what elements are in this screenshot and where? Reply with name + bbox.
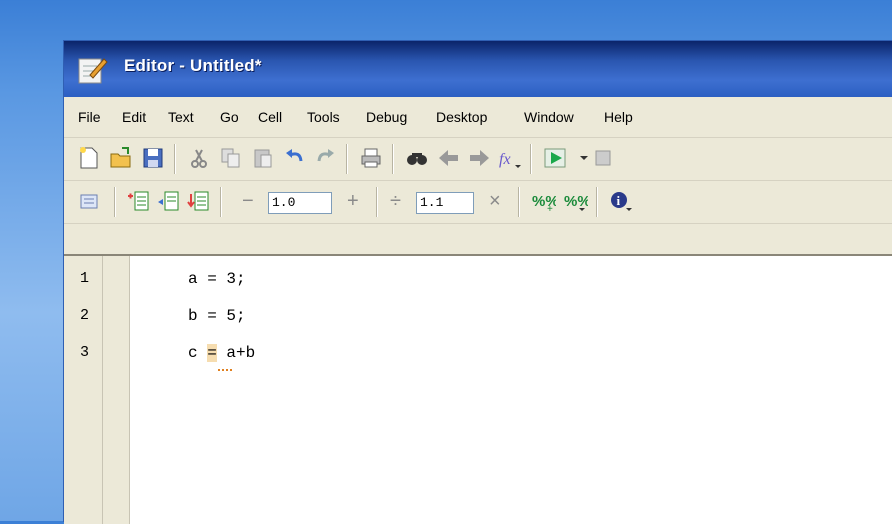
divide-button[interactable]: ÷ bbox=[390, 190, 401, 213]
cell-divider-menu-icon[interactable]: %% bbox=[562, 188, 588, 214]
line-number-gutter: 1 2 3 bbox=[64, 256, 103, 524]
svg-text:%%: %% bbox=[564, 193, 588, 210]
undo-icon[interactable] bbox=[282, 145, 308, 171]
multiply-button[interactable]: × bbox=[489, 190, 501, 213]
eval-advance-icon[interactable] bbox=[156, 188, 182, 214]
increment-button[interactable]: + bbox=[347, 190, 359, 213]
save-icon[interactable] bbox=[140, 145, 166, 171]
redo-icon[interactable] bbox=[312, 145, 338, 171]
menu-window[interactable]: Window bbox=[524, 109, 574, 125]
warning-highlight[interactable]: = bbox=[207, 344, 217, 362]
menu-bar: File Edit Text Go Cell Tools Debug Deskt… bbox=[64, 97, 892, 138]
forward-arrow-icon[interactable] bbox=[466, 145, 492, 171]
code-editor[interactable]: 1 2 3 a = 3; b = 5; c = a+b bbox=[64, 254, 892, 524]
code-text: a+b bbox=[216, 344, 256, 362]
divide-value-input[interactable]: 1.1 bbox=[416, 192, 474, 214]
svg-text:+: + bbox=[547, 204, 553, 214]
menu-go[interactable]: Go bbox=[220, 109, 239, 125]
info-icon[interactable]: i bbox=[608, 188, 634, 214]
menu-file[interactable]: File bbox=[78, 109, 101, 125]
eval-cell-icon[interactable] bbox=[126, 188, 152, 214]
line-number: 1 bbox=[80, 270, 90, 287]
copy-icon[interactable] bbox=[218, 145, 244, 171]
function-icon[interactable]: fx bbox=[496, 145, 522, 171]
menu-text[interactable]: Text bbox=[168, 109, 194, 125]
menu-tools[interactable]: Tools bbox=[307, 109, 340, 125]
editor-window: Editor - Untitled* File Edit Text Go Cel… bbox=[63, 40, 892, 524]
menu-debug[interactable]: Debug bbox=[366, 109, 407, 125]
insert-cell-divider-icon[interactable]: %% + bbox=[530, 188, 556, 214]
breakpoint-gutter[interactable] bbox=[103, 256, 130, 524]
menu-edit[interactable]: Edit bbox=[122, 109, 146, 125]
code-line[interactable]: c = a+b bbox=[188, 344, 255, 362]
eval-entire-file-icon[interactable] bbox=[186, 188, 212, 214]
cell-toolbar: − 1.0 + ÷ 1.1 × %% + %% i bbox=[64, 181, 892, 224]
print-icon[interactable] bbox=[358, 145, 384, 171]
open-folder-icon[interactable] bbox=[108, 145, 134, 171]
title-bar[interactable]: Editor - Untitled* bbox=[64, 41, 892, 97]
menu-cell[interactable]: Cell bbox=[258, 109, 282, 125]
line-number: 3 bbox=[80, 344, 90, 361]
decrement-button[interactable]: − bbox=[242, 190, 254, 213]
main-toolbar: fx bbox=[64, 138, 892, 181]
menu-help[interactable]: Help bbox=[604, 109, 633, 125]
menu-desktop[interactable]: Desktop bbox=[436, 109, 487, 125]
line-number: 2 bbox=[80, 307, 90, 324]
run-icon[interactable] bbox=[542, 145, 568, 171]
paste-icon[interactable] bbox=[250, 145, 276, 171]
code-line[interactable]: b = 5; bbox=[188, 307, 246, 325]
back-arrow-icon[interactable] bbox=[436, 145, 462, 171]
code-text: c bbox=[188, 344, 208, 362]
window-title: Editor - Untitled* bbox=[124, 56, 262, 75]
more-toolbar-icon[interactable] bbox=[592, 145, 618, 171]
svg-text:fx: fx bbox=[499, 151, 511, 168]
warning-underline bbox=[218, 365, 232, 371]
cut-icon[interactable] bbox=[186, 145, 212, 171]
code-line[interactable]: a = 3; bbox=[188, 270, 246, 288]
cell-mode-icon[interactable] bbox=[76, 188, 102, 214]
new-file-icon[interactable] bbox=[76, 145, 102, 171]
svg-text:i: i bbox=[617, 193, 621, 208]
decrement-value-input[interactable]: 1.0 bbox=[268, 192, 332, 214]
find-icon[interactable] bbox=[404, 145, 430, 171]
editor-app-icon bbox=[78, 58, 108, 84]
